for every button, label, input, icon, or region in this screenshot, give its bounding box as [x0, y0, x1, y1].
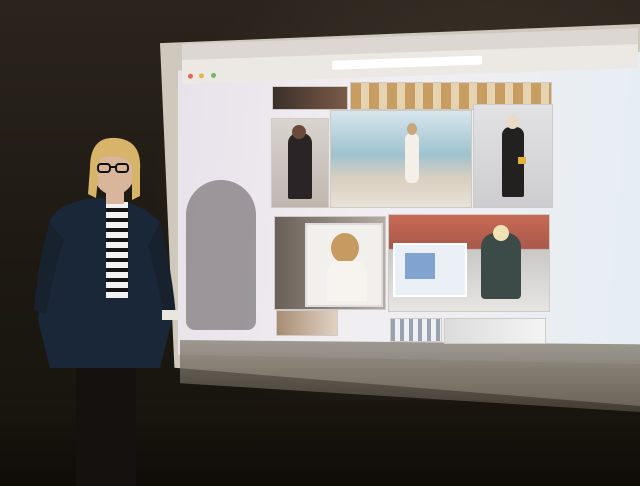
gallery-image — [272, 86, 348, 110]
gallery-image — [271, 118, 329, 208]
minimize-dot-icon — [199, 73, 205, 79]
photo-scene — [0, 0, 640, 486]
gallery-image — [473, 104, 553, 208]
close-dot-icon — [188, 73, 193, 79]
gallery-image — [276, 310, 338, 336]
window-controls — [188, 65, 218, 84]
gallery-image — [330, 110, 472, 208]
gallery-image — [390, 318, 442, 342]
projected-url-field — [332, 55, 482, 70]
gallery-image — [388, 214, 550, 312]
zoom-dot-icon — [210, 72, 216, 78]
presenter-shadow — [186, 180, 256, 330]
gallery-image — [274, 216, 386, 310]
gallery-image — [444, 318, 546, 344]
presenter — [34, 137, 178, 486]
